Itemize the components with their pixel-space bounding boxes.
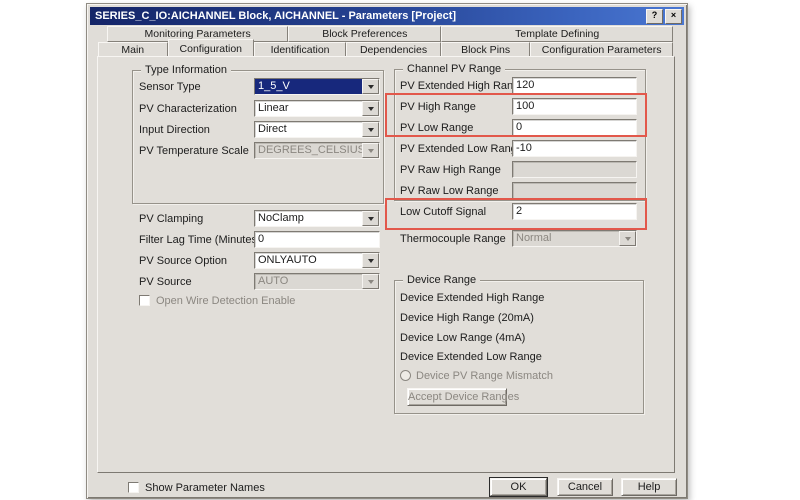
pv-source-label: PV Source [139,276,192,289]
show-parameter-names-checkbox[interactable] [128,482,139,493]
help-icon[interactable]: ? [646,9,663,24]
pv-extended-high-range-label: PV Extended High Range [400,80,525,93]
chevron-down-glyph [368,259,374,263]
close-icon[interactable]: × [665,9,682,24]
pv-characterization-select[interactable]: Linear [254,100,380,117]
pv-low-range-label: PV Low Range [400,122,473,135]
tab-block-pins[interactable]: Block Pins [441,42,530,57]
parameters-dialog: SERIES_C_IO:AICHANNEL Block, AICHANNEL -… [86,3,688,499]
device-extended-high-range-label: Device Extended High Range [400,292,544,305]
window-title: SERIES_C_IO:AICHANNEL Block, AICHANNEL -… [95,7,456,25]
tab-template-defining[interactable]: Template Defining [441,26,673,42]
accept-device-ranges-button: Accept Device Ranges [407,388,507,406]
chevron-down-icon[interactable] [362,101,379,116]
pv-source-option-label: PV Source Option [139,255,227,268]
device-extended-low-range-label: Device Extended Low Range [400,351,542,364]
filter-lag-time-input[interactable]: 0 [254,231,380,248]
pv-source-option-value: ONLYAUTO [255,253,362,268]
thermocouple-range-value: Normal [513,231,619,246]
pv-clamping-label: PV Clamping [139,213,203,226]
chevron-down-glyph [368,128,374,132]
chevron-down-icon[interactable] [362,79,379,94]
cancel-button[interactable]: Cancel [557,478,613,496]
tab-configuration-parameters[interactable]: Configuration Parameters [530,42,673,57]
pv-clamping-select[interactable]: NoClamp [254,210,380,227]
pv-extended-low-range-label: PV Extended Low Range [400,143,523,156]
title-bar[interactable]: SERIES_C_IO:AICHANNEL Block, AICHANNEL -… [90,7,684,25]
chevron-down-glyph [625,237,631,241]
chevron-down-icon [619,231,636,246]
open-wire-detection-label: Open Wire Detection Enable [156,295,295,308]
pv-source-select: AUTO [254,273,380,290]
pv-extended-high-range-input[interactable]: 120 [512,77,637,94]
open-wire-detection-checkbox [139,295,150,306]
input-direction-select[interactable]: Direct [254,121,380,138]
chevron-down-glyph [368,107,374,111]
pv-low-range-input[interactable]: 0 [512,119,637,136]
device-pv-range-mismatch-radio [400,370,411,381]
chevron-down-glyph [368,217,374,221]
pv-temperature-scale-select: DEGREES_CELSIUS [254,142,380,159]
low-cutoff-signal-label: Low Cutoff Signal [400,206,486,219]
low-cutoff-signal-input[interactable]: 2 [512,203,637,220]
chevron-down-glyph [368,85,374,89]
device-pv-range-mismatch-label: Device PV Range Mismatch [416,370,553,383]
tab-row-primary: Main Configuration Identification Depend… [98,42,673,57]
thermocouple-range-select: Normal [512,230,637,247]
chevron-down-icon[interactable] [362,211,379,226]
channel-pv-range-legend: Channel PV Range [403,63,505,75]
filter-lag-time-label: Filter Lag Time (Minutes) [139,234,261,247]
chevron-down-icon [362,143,379,158]
pv-raw-low-range-label: PV Raw Low Range [400,185,498,198]
pv-extended-low-range-input[interactable]: -10 [512,140,637,157]
type-information-legend: Type Information [141,64,231,76]
pv-temperature-scale-value: DEGREES_CELSIUS [255,143,362,158]
sensor-type-value: 1_5_V [255,79,362,94]
sensor-type-label: Sensor Type [139,81,201,94]
pv-characterization-label: PV Characterization [139,103,237,116]
pv-high-range-input[interactable]: 100 [512,98,637,115]
chevron-down-icon [362,274,379,289]
pv-raw-high-range-label: PV Raw High Range [400,164,501,177]
device-range-legend: Device Range [403,274,480,286]
pv-source-option-select[interactable]: ONLYAUTO [254,252,380,269]
sensor-type-select[interactable]: 1_5_V [254,78,380,95]
configuration-tab-panel: Type Information Sensor Type 1_5_V PV Ch… [97,56,675,473]
chevron-down-icon[interactable] [362,253,379,268]
input-direction-label: Input Direction [139,124,210,137]
thermocouple-range-label: Thermocouple Range [400,233,506,246]
ok-button[interactable]: OK [490,478,547,496]
pv-clamping-value: NoClamp [255,211,362,226]
chevron-down-glyph [368,149,374,153]
pv-source-value: AUTO [255,274,362,289]
pv-raw-high-range-input [512,161,637,178]
pv-characterization-value: Linear [255,101,362,116]
input-direction-value: Direct [255,122,362,137]
tab-main[interactable]: Main [98,42,168,57]
tab-block-preferences[interactable]: Block Preferences [288,26,441,42]
device-high-range-label: Device High Range (20mA) [400,312,534,325]
pv-high-range-label: PV High Range [400,101,476,114]
page-background: { "window": { "title": "SERIES_C_IO:AICH… [0,0,800,500]
tab-identification[interactable]: Identification [254,42,346,57]
help-button[interactable]: Help [621,478,677,496]
device-low-range-label: Device Low Range (4mA) [400,332,525,345]
pv-raw-low-range-input [512,182,637,199]
tab-dependencies[interactable]: Dependencies [346,42,441,57]
pv-temperature-scale-label: PV Temperature Scale [139,145,249,158]
chevron-down-icon[interactable] [362,122,379,137]
show-parameter-names-label: Show Parameter Names [145,482,265,495]
chevron-down-glyph [368,280,374,284]
